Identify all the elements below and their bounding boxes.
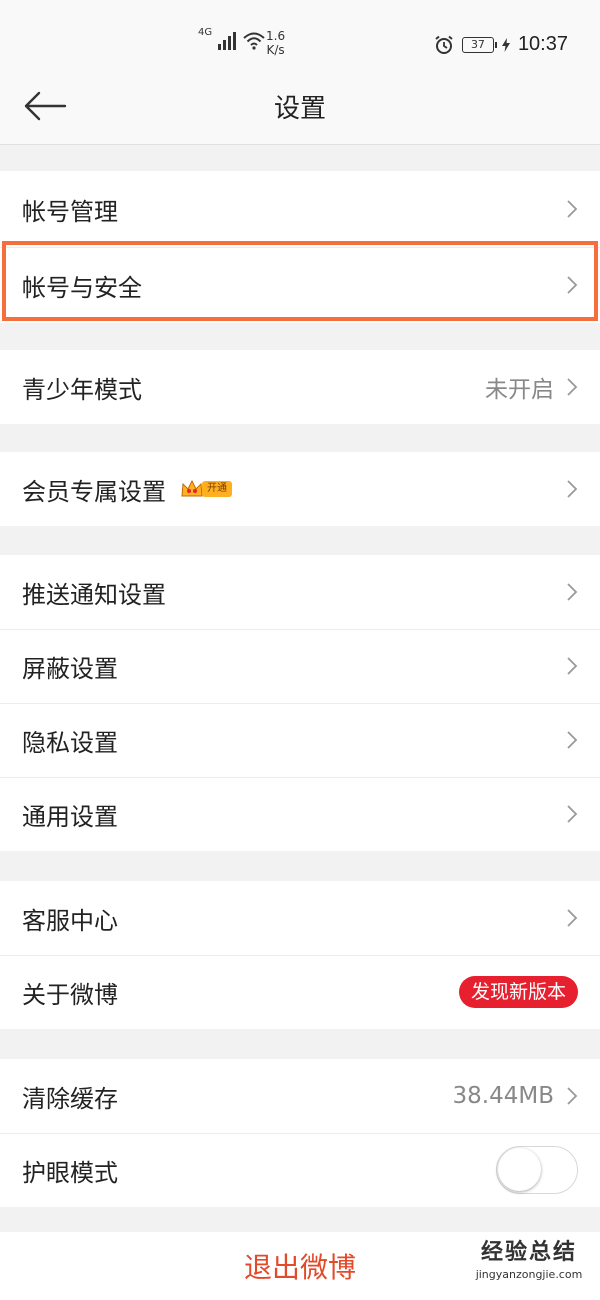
row-label: 帐号管理 [22, 197, 118, 226]
chevron-right-icon [567, 1087, 578, 1105]
toggle-knob [498, 1148, 541, 1191]
logout-label: 退出微博 [243, 1251, 356, 1284]
wifi-icon [243, 32, 265, 50]
chevron-right-icon [567, 909, 578, 927]
page-title: 设置 [273, 94, 326, 124]
row-label: 护眼模式 [22, 1158, 118, 1187]
settings-group-vip: 会员专属设置 开通 [0, 452, 600, 526]
network-speed-unit: K/s [266, 43, 285, 57]
chevron-right-icon [567, 480, 578, 498]
youth-mode-row[interactable]: 青少年模式 未开启 [0, 350, 600, 424]
about-weibo-row[interactable]: 关于微博 发现新版本 [0, 955, 600, 1029]
row-label: 清除缓存 [22, 1084, 118, 1113]
account-management-row[interactable]: 帐号管理 [0, 171, 600, 247]
chevron-right-icon [567, 378, 578, 396]
cache-size: 38.44MB [452, 1083, 554, 1109]
row-label: 推送通知设置 [22, 580, 166, 609]
settings-group-youth: 青少年模式 未开启 [0, 350, 600, 424]
settings-group-storage: 清除缓存 38.44MB 护眼模式 [0, 1059, 600, 1207]
network-speed: 1.6 K/s [266, 29, 285, 57]
row-label: 关于微博 [22, 980, 118, 1009]
row-label: 会员专属设置 [22, 477, 166, 506]
general-settings-row[interactable]: 通用设置 [0, 777, 600, 851]
chevron-right-icon [567, 805, 578, 823]
vip-crown-icon [181, 479, 203, 497]
new-version-badge: 发现新版本 [458, 976, 578, 1008]
account-security-row[interactable]: 帐号与安全 [0, 247, 600, 323]
vip-open-label: 开通 [202, 481, 232, 497]
logout-button[interactable]: 退出微博 [0, 1232, 600, 1300]
settings-group-general: 推送通知设置 屏蔽设置 隐私设置 通用设置 [0, 555, 600, 851]
chevron-right-icon [567, 657, 578, 675]
eye-protection-mode-row: 护眼模式 [0, 1133, 600, 1207]
block-settings-row[interactable]: 屏蔽设置 [0, 629, 600, 703]
chevron-right-icon [567, 200, 578, 218]
row-label: 通用设置 [22, 802, 118, 831]
status-bar: 4G 1.6 K/s 37 10:37 [0, 0, 600, 66]
vip-badge[interactable]: 开通 [180, 478, 232, 500]
alarm-clock-icon [435, 35, 453, 54]
row-label: 隐私设置 [22, 728, 118, 757]
network-type-label: 4G [198, 27, 213, 38]
chevron-right-icon [567, 731, 578, 749]
charging-bolt-icon [501, 37, 510, 52]
clear-cache-row[interactable]: 清除缓存 38.44MB [0, 1059, 600, 1133]
network-speed-value: 1.6 [266, 29, 286, 43]
row-label: 帐号与安全 [22, 273, 142, 302]
navigation-bar: 设置 [0, 66, 600, 145]
push-notification-settings-row[interactable]: 推送通知设置 [0, 555, 600, 629]
signal-strength-icon [218, 30, 237, 50]
settings-group-support: 客服中心 关于微博 发现新版本 [0, 881, 600, 1029]
settings-group-account: 帐号管理 帐号与安全 [0, 171, 600, 323]
status-right: 37 10:37 [434, 33, 568, 56]
battery-icon: 37 [461, 36, 497, 53]
network-indicators: 4G [198, 27, 266, 50]
row-label: 客服中心 [22, 906, 118, 935]
eye-protection-toggle[interactable] [496, 1146, 578, 1194]
clock-time: 10:37 [517, 33, 568, 55]
customer-service-row[interactable]: 客服中心 [0, 881, 600, 955]
privacy-settings-row[interactable]: 隐私设置 [0, 703, 600, 777]
chevron-right-icon [567, 276, 578, 294]
row-label: 青少年模式 [22, 375, 142, 404]
youth-mode-status: 未开启 [485, 377, 554, 403]
vip-settings-row[interactable]: 会员专属设置 开通 [0, 452, 600, 526]
row-label: 屏蔽设置 [22, 654, 118, 683]
chevron-right-icon [567, 583, 578, 601]
